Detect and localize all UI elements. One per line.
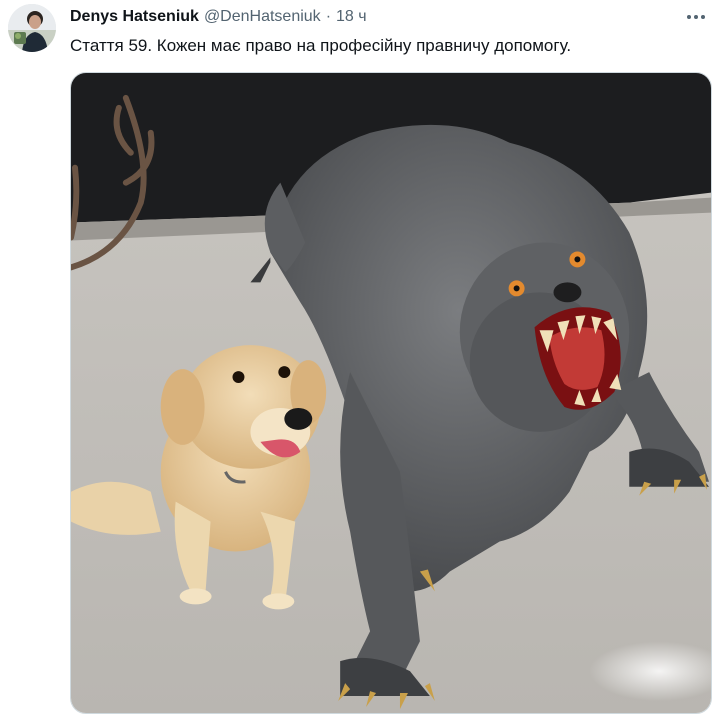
display-name[interactable]: Denys Hatseniuk — [70, 7, 199, 27]
tweet: Denys Hatseniuk @DenHatseniuk · 18 ч Ста… — [0, 0, 720, 722]
timestamp[interactable]: 18 ч — [336, 7, 367, 27]
user-handle[interactable]: @DenHatseniuk — [204, 7, 321, 27]
tweet-text: Стаття 59. Кожен має право на професійну… — [70, 36, 572, 55]
more-button[interactable] — [682, 5, 710, 29]
tweet-header: Denys Hatseniuk @DenHatseniuk · 18 ч — [70, 7, 367, 27]
photo-dog-and-werewolf — [71, 73, 711, 713]
tweet-photo[interactable] — [70, 72, 712, 714]
avatar[interactable] — [8, 4, 56, 52]
separator-dot: · — [325, 8, 332, 25]
more-horizontal-icon — [687, 15, 705, 19]
